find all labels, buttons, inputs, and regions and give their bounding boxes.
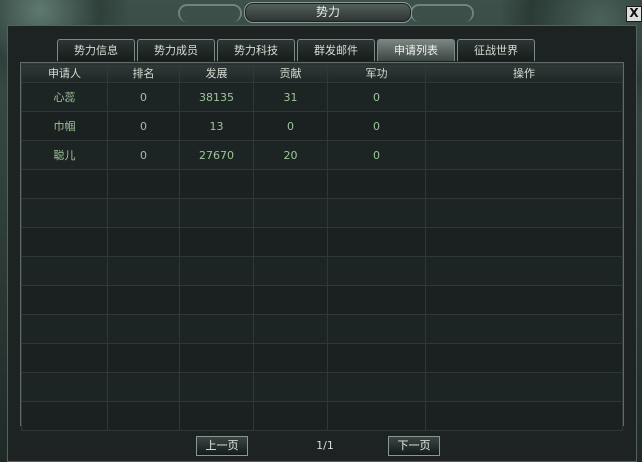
table-row-empty bbox=[21, 372, 623, 402]
window-title: 势力 bbox=[244, 2, 412, 23]
table-row[interactable]: 聪儿 0 27670 20 0 bbox=[21, 140, 623, 170]
table-row-empty bbox=[21, 314, 623, 344]
col-header-rank: 排名 bbox=[107, 63, 180, 83]
table-header-row: 申请人 排名 发展 贡献 军功 操作 bbox=[21, 63, 623, 83]
rank-cell: 0 bbox=[107, 111, 180, 141]
table-row-empty bbox=[21, 343, 623, 373]
merit-cell: 0 bbox=[327, 82, 426, 112]
tab-faction-members[interactable]: 势力成员 bbox=[137, 39, 215, 61]
contribution-cell: 31 bbox=[253, 82, 328, 112]
next-page-button[interactable]: 下一页 bbox=[388, 436, 440, 456]
col-header-action: 操作 bbox=[425, 63, 623, 83]
table-row-empty bbox=[21, 256, 623, 286]
rank-cell: 0 bbox=[107, 140, 180, 170]
development-cell: 27670 bbox=[179, 140, 254, 170]
applicant-name: 心蕊 bbox=[21, 82, 108, 112]
action-cell[interactable] bbox=[425, 82, 623, 112]
application-table: 申请人 排名 发展 贡献 军功 操作 心蕊 0 38135 31 0 巾帼 0 … bbox=[21, 63, 623, 431]
tab-faction-info[interactable]: 势力信息 bbox=[57, 39, 135, 61]
contribution-cell: 0 bbox=[253, 111, 328, 141]
main-panel: 势力信息 势力成员 势力科技 群发邮件 申请列表 征战世界 申请人 排名 发展 … bbox=[7, 25, 637, 462]
window-title-bar: 势力 X bbox=[0, 0, 642, 24]
table-row-empty bbox=[21, 401, 623, 431]
col-header-development: 发展 bbox=[179, 63, 254, 83]
tab-application-list[interactable]: 申请列表 bbox=[377, 39, 455, 61]
cloud-ornament-icon bbox=[410, 4, 474, 22]
close-button[interactable]: X bbox=[626, 6, 642, 22]
applicant-name: 聪儿 bbox=[21, 140, 108, 170]
tab-faction-tech[interactable]: 势力科技 bbox=[217, 39, 295, 61]
merit-cell: 0 bbox=[327, 140, 426, 170]
action-cell[interactable] bbox=[425, 111, 623, 141]
table-row-empty bbox=[21, 285, 623, 315]
pagination: 上一页 1/1 下一页 bbox=[8, 436, 638, 458]
application-table-frame: 申请人 排名 发展 贡献 军功 操作 心蕊 0 38135 31 0 巾帼 0 … bbox=[20, 62, 624, 431]
cloud-ornament-icon bbox=[178, 4, 242, 22]
merit-cell: 0 bbox=[327, 111, 426, 141]
table-row-empty bbox=[21, 227, 623, 257]
development-cell: 38135 bbox=[179, 82, 254, 112]
contribution-cell: 20 bbox=[253, 140, 328, 170]
table-row[interactable]: 心蕊 0 38135 31 0 bbox=[21, 82, 623, 112]
tab-conquer-world[interactable]: 征战世界 bbox=[457, 39, 535, 61]
development-cell: 13 bbox=[179, 111, 254, 141]
table-row-empty bbox=[21, 169, 623, 199]
page-indicator: 1/1 bbox=[316, 439, 334, 452]
action-cell[interactable] bbox=[425, 140, 623, 170]
col-header-contribution: 贡献 bbox=[253, 63, 328, 83]
table-row[interactable]: 巾帼 0 13 0 0 bbox=[21, 111, 623, 141]
col-header-applicant: 申请人 bbox=[21, 63, 108, 83]
col-header-merit: 军功 bbox=[327, 63, 426, 83]
prev-page-button[interactable]: 上一页 bbox=[196, 436, 248, 456]
table-row-empty bbox=[21, 198, 623, 228]
applicant-name: 巾帼 bbox=[21, 111, 108, 141]
tab-mass-mail[interactable]: 群发邮件 bbox=[297, 39, 375, 61]
rank-cell: 0 bbox=[107, 82, 180, 112]
